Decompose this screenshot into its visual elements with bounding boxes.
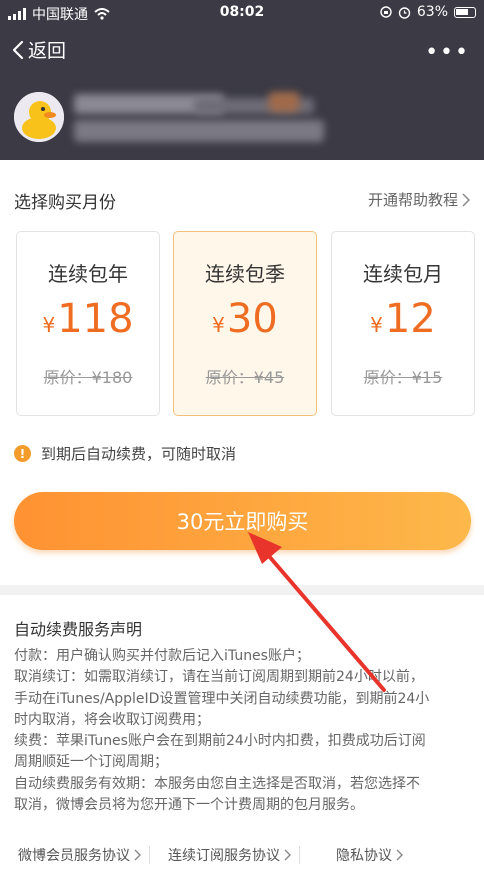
terms-line: 时内取消，将会收取订阅费用； (14, 711, 210, 728)
plan-card-monthly[interactable]: 连续包月 ¥12 原价：¥15 (331, 231, 475, 416)
terms-line: 取消，微博会员将为您开通下一个计费周期的包月服务。 (14, 797, 364, 814)
plan-card-yearly[interactable]: 连续包年 ¥118 原价：¥180 (16, 231, 160, 416)
footer-link-label: 隐私协议 (336, 848, 392, 864)
footer-links: 微博会员服务协议 连续订阅服务协议 隐私协议 (0, 842, 484, 868)
terms-line: 手动在iTunes/AppleID设置管理中关闭自动续费功能，到期前24小 (14, 690, 430, 707)
duck-avatar-icon (14, 92, 64, 142)
nav-bar: 返回 ••• (0, 32, 484, 68)
auto-renew-notice: ! 到期后自动续费，可随时取消 (14, 443, 236, 464)
plan-price: ¥118 (17, 296, 159, 342)
plan-name: 连续包月 (363, 262, 443, 286)
chevron-right-icon (284, 849, 291, 861)
price-value: 118 (57, 296, 134, 342)
price-value: 12 (384, 296, 436, 342)
lock-rotation-icon (380, 6, 392, 18)
back-button[interactable]: 返回 (12, 36, 66, 63)
currency-symbol: ¥ (42, 313, 56, 337)
terms-line: 取消续订：如需取消续订，请在当前订阅周期到期前24小时以前， (14, 669, 424, 686)
section-divider (0, 585, 484, 595)
original-price: 原价：¥45 (205, 368, 285, 387)
section-title: 选择购买月份 (14, 193, 116, 213)
currency-symbol: ¥ (370, 313, 383, 337)
chevron-right-icon (396, 849, 403, 861)
plan-name: 连续包季 (205, 262, 285, 286)
price-value: 30 (226, 296, 278, 342)
status-bar: 中国联通 08:02 63% (0, 0, 484, 26)
battery-icon (454, 6, 476, 18)
alarm-icon (398, 6, 411, 19)
more-menu-button[interactable]: ••• (425, 40, 470, 65)
plan-price: ¥12 (332, 296, 474, 342)
footer-link-vip-agreement[interactable]: 微博会员服务协议 (0, 845, 141, 865)
info-icon: ! (14, 445, 31, 462)
original-price: 原价：¥180 (43, 368, 133, 387)
currency-symbol: ¥ (212, 313, 225, 337)
battery-percent: 63% (416, 4, 448, 20)
terms-line: 付款：用户确认购买并付款后记入iTunes账户； (14, 648, 310, 664)
back-label: 返回 (28, 40, 67, 62)
footer-link-label: 微博会员服务协议 (18, 848, 130, 864)
terms-line: 周期顺延一个订阅周期； (14, 754, 168, 771)
help-link-label: 开通帮助教程 (367, 191, 458, 209)
blurred-info (74, 120, 324, 142)
blurred-badge (269, 92, 299, 112)
footer-link-label: 连续订阅服务协议 (168, 848, 280, 864)
original-price: 原价：¥15 (363, 368, 443, 387)
chevron-right-icon (134, 849, 141, 861)
status-right: 63% (380, 4, 476, 20)
terms-title: 自动续费服务声明 (14, 620, 143, 639)
plan-price: ¥30 (174, 296, 316, 342)
chevron-right-icon (462, 192, 470, 207)
plan-name: 连续包年 (48, 262, 128, 286)
footer-link-subscription-agreement[interactable]: 连续订阅服务协议 (150, 845, 291, 865)
notice-text: 到期后自动续费，可随时取消 (41, 445, 237, 463)
plan-card-quarterly[interactable]: 连续包季 ¥30 原价：¥45 (173, 231, 317, 416)
header: 中国联通 08:02 63% 返回 ••• (0, 0, 484, 160)
footer-link-privacy[interactable]: 隐私协议 (300, 845, 403, 865)
avatar[interactable] (14, 92, 64, 142)
help-tutorial-link[interactable]: 开通帮助教程 (368, 189, 470, 210)
terms-line: 续费：苹果iTunes账户会在到期前24小时内扣费，扣费成功后订阅 (14, 733, 426, 750)
terms-text: 付款：用户确认购买并付款后记入iTunes账户； 取消续订：如需取消续订，请在当… (14, 646, 476, 816)
user-profile (14, 92, 484, 152)
chevron-left-icon (12, 40, 24, 59)
terms-line: 自动续费服务有效期：本服务由您自主选择是否取消，若您选择不 (14, 775, 420, 792)
buy-now-button[interactable]: 30元立即购买 (14, 492, 471, 550)
